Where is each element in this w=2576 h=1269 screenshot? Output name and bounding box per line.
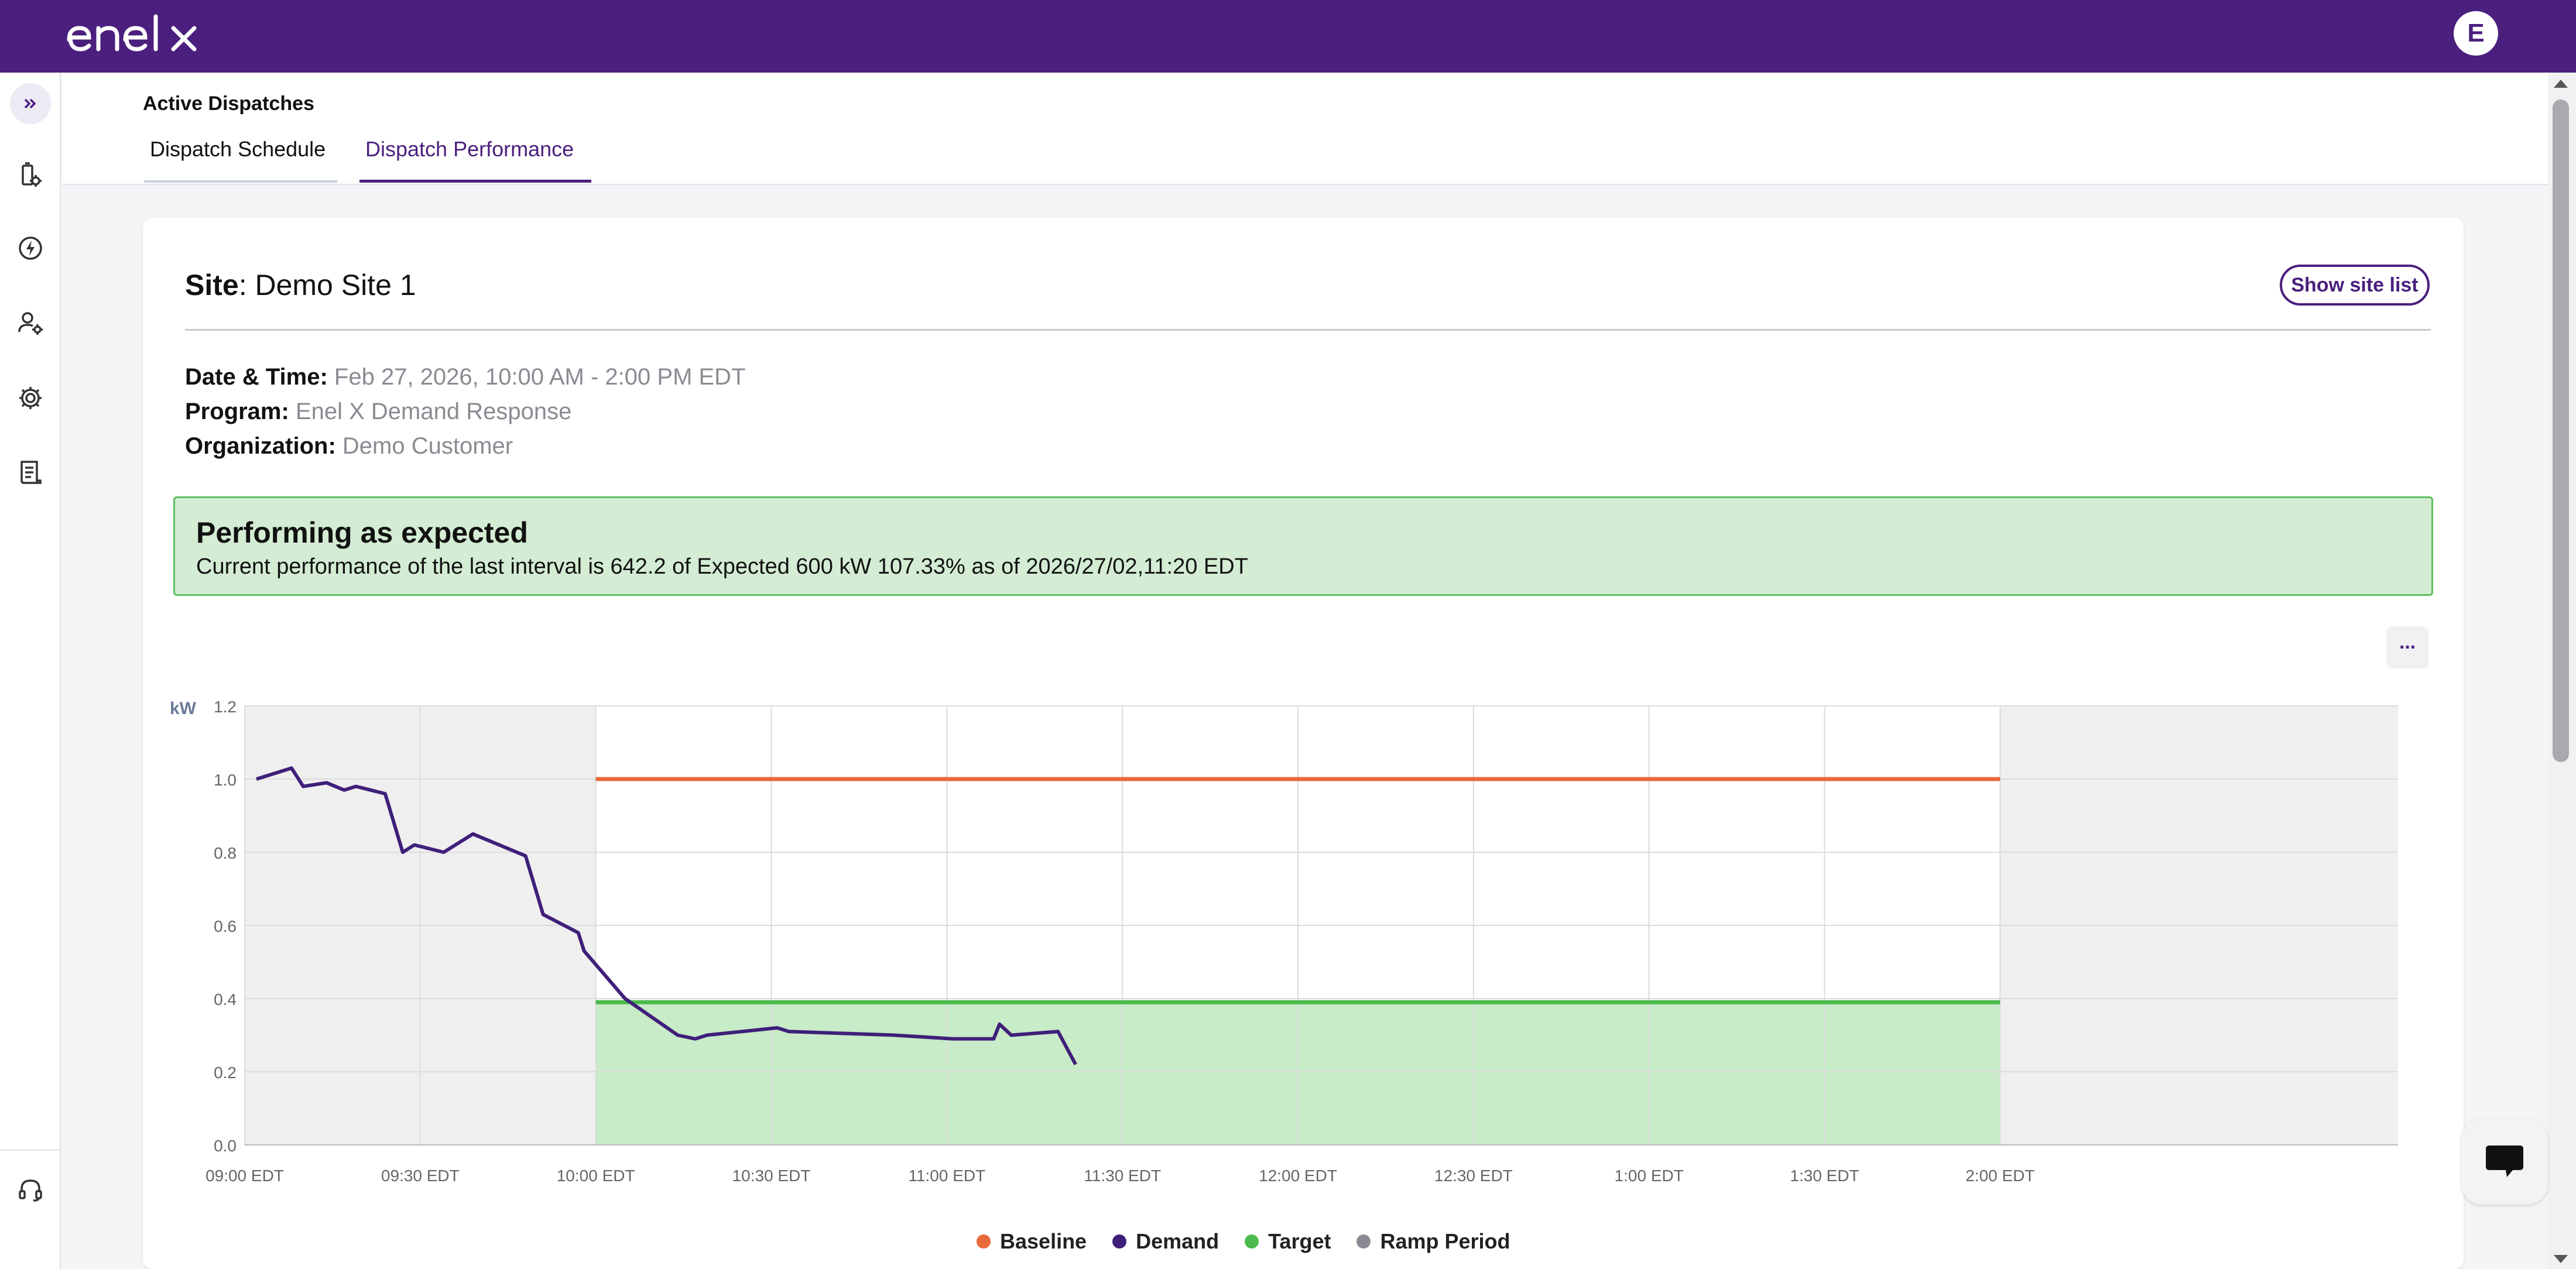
site-label: Site [185, 269, 239, 301]
x-tick-label: 09:00 EDT [205, 1167, 284, 1185]
nav-settings[interactable] [7, 375, 54, 421]
device-gear-icon [22, 162, 42, 187]
y-tick-label: 1.0 [214, 771, 237, 789]
date-time-label: Date & Time: [185, 364, 328, 390]
organization-row: Organization: Demo Customer [185, 433, 513, 459]
program-value: Enel X Demand Response [295, 399, 572, 424]
user-avatar[interactable]: E [2454, 11, 2498, 56]
legend-item-ramp-period[interactable]: Ramp Period [1356, 1229, 1510, 1254]
nav-divider [0, 1150, 61, 1151]
lightning-circle-icon [19, 236, 42, 260]
performance-status-banner: Performing as expected Current performan… [173, 496, 2433, 596]
x-tick-label: 09:30 EDT [381, 1167, 460, 1185]
double-chevron-right-icon [24, 98, 36, 109]
performance-chart: 1.2 1.0 0.8 0.6 0.4 0.2 0.0 09:00 EDT 09:30 EDT 1… [170, 698, 2398, 1185]
x-tick-label: 1:30 EDT [1790, 1167, 1859, 1185]
document-icon [20, 461, 42, 484]
y-axis-label: kW [170, 699, 197, 718]
nav-reports[interactable] [7, 450, 54, 496]
headset-icon [19, 1179, 42, 1202]
x-tick-label: 1:00 EDT [1615, 1167, 1684, 1185]
chart-menu-button[interactable]: ··· [2386, 626, 2428, 668]
y-tick-label: 1.2 [214, 698, 237, 716]
x-tick-label: 12:30 EDT [1434, 1167, 1513, 1185]
gear-icon [19, 387, 42, 409]
page-header: Active Dispatches Dispatch Schedule Disp… [62, 73, 2548, 185]
tab-dispatch-performance[interactable]: Dispatch Performance [359, 136, 591, 183]
status-title: Performing as expected [196, 516, 528, 549]
program-label: Program: [185, 399, 289, 424]
legend-label: Target [1268, 1229, 1331, 1253]
tab-label: Dispatch Schedule [150, 137, 326, 161]
show-site-list-button[interactable]: Show site list [2280, 265, 2430, 306]
page-scrollbar[interactable] [2548, 73, 2576, 1269]
scrollbar-thumb[interactable] [2553, 100, 2569, 762]
x-tick-label: 10:00 EDT [557, 1167, 635, 1185]
date-time-row: Date & Time: Feb 27, 2026, 10:00 AM - 2:… [185, 364, 746, 390]
section-divider [185, 329, 2431, 331]
y-tick-label: 0.4 [214, 990, 237, 1009]
legend-label: Baseline [1000, 1229, 1087, 1253]
chat-support-button[interactable] [2461, 1118, 2548, 1205]
x-tick-label: 11:00 EDT [908, 1167, 985, 1185]
nav-asset-settings[interactable] [7, 152, 54, 199]
chart-legend: Baseline Demand Target Ramp Period [977, 1229, 1510, 1254]
status-text: Current performance of the last interval… [196, 554, 1248, 579]
legend-dot [1245, 1234, 1259, 1249]
user-gear-icon [18, 312, 43, 335]
enel-x-logo[interactable] [66, 13, 229, 60]
program-row: Program: Enel X Demand Response [185, 399, 571, 425]
tab-label: Dispatch Performance [365, 137, 574, 161]
legend-item-target[interactable]: Target [1245, 1229, 1331, 1254]
nav-support[interactable] [7, 1166, 54, 1213]
tab-dispatch-schedule[interactable]: Dispatch Schedule [144, 136, 337, 183]
nav-user-settings[interactable] [7, 300, 54, 347]
left-nav-rail [0, 73, 61, 1269]
page-title: Active Dispatches [143, 92, 314, 115]
x-tick-label: 10:30 EDT [732, 1167, 811, 1185]
y-tick-label: 0.0 [214, 1137, 237, 1155]
scroll-down-arrow-icon[interactable] [2554, 1255, 2568, 1263]
top-bar: E [0, 0, 2576, 73]
organization-value: Demo Customer [342, 433, 513, 459]
legend-item-baseline[interactable]: Baseline [977, 1229, 1087, 1254]
legend-dot [1112, 1234, 1127, 1249]
legend-dot [977, 1234, 991, 1249]
chat-bubble-icon [2486, 1145, 2523, 1177]
x-tick-label: 2:00 EDT [1965, 1167, 2034, 1185]
site-heading: Site: Demo Site 1 [185, 268, 416, 302]
scroll-up-arrow-icon[interactable] [2554, 80, 2568, 88]
nav-dispatches[interactable] [7, 225, 54, 272]
y-tick-label: 0.2 [214, 1064, 237, 1082]
organization-label: Organization: [185, 433, 336, 459]
legend-item-demand[interactable]: Demand [1112, 1229, 1219, 1254]
legend-label: Ramp Period [1380, 1229, 1510, 1253]
x-tick-label: 11:30 EDT [1084, 1167, 1161, 1185]
y-tick-label: 0.8 [214, 844, 237, 862]
legend-dot [1356, 1234, 1371, 1249]
site-value: : Demo Site 1 [238, 269, 416, 301]
legend-label: Demand [1136, 1229, 1220, 1253]
x-tick-label: 12:00 EDT [1259, 1167, 1337, 1185]
date-time-value: Feb 27, 2026, 10:00 AM - 2:00 PM EDT [334, 364, 746, 390]
expand-nav-button[interactable] [10, 83, 51, 124]
y-tick-label: 0.6 [214, 917, 237, 935]
